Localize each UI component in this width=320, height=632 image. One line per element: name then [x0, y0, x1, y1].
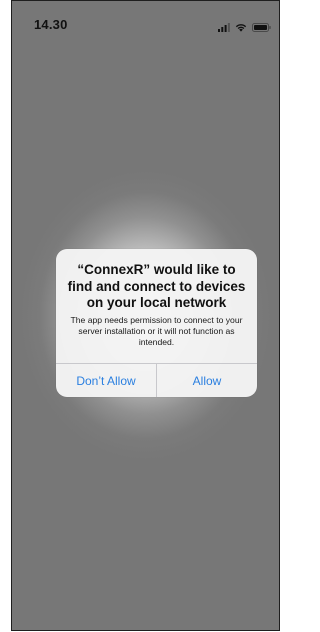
status-time: 14.30	[34, 17, 68, 32]
phone-screen: 14.30 “ConnexR” would like to find and c…	[11, 0, 280, 631]
signal-icon	[218, 19, 230, 37]
permission-alert-dialog: “ConnexR” would like to find and connect…	[56, 249, 257, 397]
alert-message: The app needs permission to connect to y…	[70, 314, 243, 347]
alert-content: “ConnexR” would like to find and connect…	[56, 249, 257, 358]
battery-icon	[252, 19, 271, 37]
dont-allow-button[interactable]: Don’t Allow	[56, 364, 156, 397]
wifi-icon	[235, 19, 247, 37]
status-bar: 14.30	[12, 1, 279, 45]
status-icons	[218, 19, 271, 37]
allow-button[interactable]: Allow	[156, 364, 257, 397]
alert-title: “ConnexR” would like to find and connect…	[67, 262, 246, 310]
alert-actions: Don’t Allow Allow	[56, 363, 257, 397]
